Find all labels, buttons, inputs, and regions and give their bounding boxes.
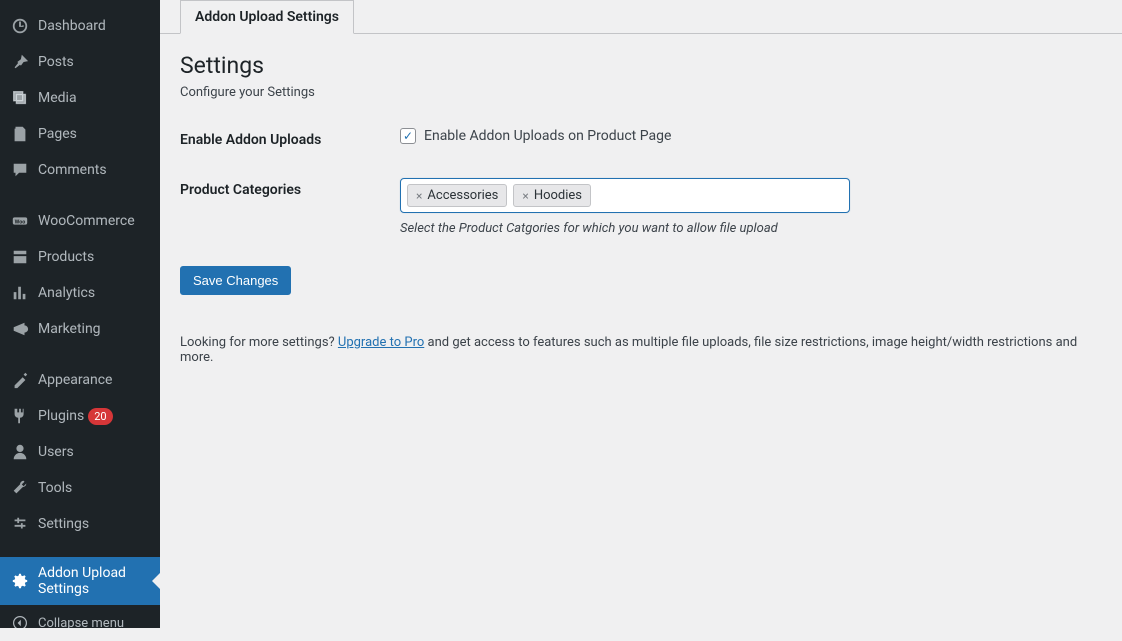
sidebar-item-label: Appearance bbox=[38, 372, 112, 388]
sidebar-link-appearance[interactable]: Appearance bbox=[0, 362, 160, 398]
sidebar-link-marketing[interactable]: Marketing bbox=[0, 311, 160, 347]
tab-bar: Addon Upload Settings bbox=[160, 0, 1122, 34]
page-subtitle: Configure your Settings bbox=[180, 85, 1102, 100]
sidebar-item-label: Dashboard bbox=[38, 18, 106, 34]
row-enable-uploads: Enable Addon Uploads ✓ Enable Addon Uplo… bbox=[180, 128, 1102, 148]
marketing-icon bbox=[10, 319, 30, 339]
sidebar-item-plugins[interactable]: Plugins20 bbox=[0, 398, 160, 434]
menu-separator bbox=[0, 547, 160, 552]
sidebar-link-woocommerce[interactable]: WooCommerce bbox=[0, 203, 160, 239]
analytics-icon bbox=[10, 283, 30, 303]
products-icon bbox=[10, 247, 30, 267]
users-icon bbox=[10, 442, 30, 462]
page-title: Settings bbox=[180, 52, 1102, 79]
sidebar-item-appearance[interactable]: Appearance bbox=[0, 362, 160, 398]
sidebar-item-tools[interactable]: Tools bbox=[0, 470, 160, 506]
row-product-categories: Product Categories ×Accessories×Hoodies … bbox=[180, 178, 1102, 236]
enable-uploads-label: Enable Addon Uploads bbox=[180, 128, 400, 148]
sidebar-link-pages[interactable]: Pages bbox=[0, 116, 160, 152]
collapse-icon bbox=[10, 613, 30, 633]
sidebar-item-label: Marketing bbox=[38, 321, 101, 337]
comment-icon bbox=[10, 160, 30, 180]
sidebar-item-posts[interactable]: Posts bbox=[0, 44, 160, 80]
menu-separator bbox=[0, 193, 160, 198]
sidebar-item-dashboard[interactable]: Dashboard bbox=[0, 8, 160, 44]
promo-prefix: Looking for more settings? bbox=[180, 335, 338, 350]
main-content: Addon Upload Settings Settings Configure… bbox=[160, 0, 1122, 628]
sidebar-link-analytics[interactable]: Analytics bbox=[0, 275, 160, 311]
sidebar-link-products[interactable]: Products bbox=[0, 239, 160, 275]
sidebar-item-label: Products bbox=[38, 249, 94, 265]
settings-icon bbox=[10, 514, 30, 534]
sidebar-item-marketing[interactable]: Marketing bbox=[0, 311, 160, 347]
sidebar-link-plugins[interactable]: Plugins20 bbox=[0, 398, 160, 434]
sidebar-item-label: Posts bbox=[38, 54, 74, 70]
category-tag-label: Accessories bbox=[427, 188, 498, 203]
category-tag[interactable]: × Hoodies bbox=[513, 184, 591, 207]
sidebar-item-label: Comments bbox=[38, 162, 107, 178]
sidebar-item-pages[interactable]: Pages bbox=[0, 116, 160, 152]
sidebar-link-tools[interactable]: Tools bbox=[0, 470, 160, 506]
sidebar-item-label: Users bbox=[38, 444, 74, 460]
sidebar-link-addon-upload-settings[interactable]: Addon Upload Settings bbox=[0, 557, 160, 605]
woo-icon bbox=[10, 211, 30, 231]
tools-icon bbox=[10, 478, 30, 498]
sidebar-item-users[interactable]: Users bbox=[0, 434, 160, 470]
sidebar-link-media[interactable]: Media bbox=[0, 80, 160, 116]
sidebar-item-woocommerce[interactable]: WooCommerce bbox=[0, 203, 160, 239]
pages-icon bbox=[10, 124, 30, 144]
category-tag[interactable]: × Accessories bbox=[407, 184, 507, 207]
media-icon bbox=[10, 88, 30, 108]
collapse-menu-button[interactable]: Collapse menu bbox=[0, 605, 160, 641]
sidebar-item-label: Pages bbox=[38, 126, 77, 142]
product-categories-label: Product Categories bbox=[180, 178, 400, 198]
remove-tag-icon[interactable]: × bbox=[522, 189, 528, 203]
pin-icon bbox=[10, 52, 30, 72]
product-categories-help: Select the Product Catgories for which y… bbox=[400, 221, 1102, 236]
gear-icon bbox=[10, 571, 30, 591]
category-tag-label: Hoodies bbox=[534, 188, 582, 203]
appearance-icon bbox=[10, 370, 30, 390]
dashboard-icon bbox=[10, 16, 30, 36]
enable-uploads-checkbox-label: Enable Addon Uploads on Product Page bbox=[424, 128, 671, 144]
enable-uploads-checkbox-wrap[interactable]: ✓ Enable Addon Uploads on Product Page bbox=[400, 128, 1102, 144]
sidebar-item-comments[interactable]: Comments bbox=[0, 152, 160, 188]
menu-separator bbox=[0, 352, 160, 357]
save-changes-button[interactable]: Save Changes bbox=[180, 266, 291, 295]
sidebar-link-settings[interactable]: Settings bbox=[0, 506, 160, 542]
sidebar-link-comments[interactable]: Comments bbox=[0, 152, 160, 188]
sidebar-item-label: Analytics bbox=[38, 285, 95, 301]
sidebar-item-label: WooCommerce bbox=[38, 213, 135, 229]
sidebar-item-products[interactable]: Products bbox=[0, 239, 160, 275]
check-icon: ✓ bbox=[403, 130, 413, 142]
sidebar-item-addon-upload-settings[interactable]: Addon Upload Settings bbox=[0, 557, 160, 605]
admin-sidebar: Dashboard Posts Media Pages Comments WooComme… bbox=[0, 0, 160, 628]
upgrade-link[interactable]: Upgrade to Pro bbox=[338, 335, 424, 350]
plugins-icon bbox=[10, 406, 30, 426]
remove-tag-icon[interactable]: × bbox=[416, 189, 422, 203]
sidebar-item-label: Tools bbox=[38, 480, 72, 496]
sidebar-item-label: Plugins bbox=[38, 408, 84, 424]
sidebar-item-settings[interactable]: Settings bbox=[0, 506, 160, 542]
sidebar-item-label: Addon Upload Settings bbox=[38, 565, 152, 597]
sidebar-item-analytics[interactable]: Analytics bbox=[0, 275, 160, 311]
product-categories-input[interactable]: × Accessories × Hoodies bbox=[400, 178, 850, 213]
sidebar-item-media[interactable]: Media bbox=[0, 80, 160, 116]
enable-uploads-checkbox[interactable]: ✓ bbox=[400, 128, 416, 144]
sidebar-item-label: Media bbox=[38, 90, 77, 106]
collapse-menu-label: Collapse menu bbox=[38, 616, 124, 631]
update-count-badge: 20 bbox=[88, 408, 112, 425]
sidebar-link-users[interactable]: Users bbox=[0, 434, 160, 470]
sidebar-item-label: Settings bbox=[38, 516, 89, 532]
upgrade-promo: Looking for more settings? Upgrade to Pr… bbox=[180, 335, 1102, 365]
sidebar-link-dashboard[interactable]: Dashboard bbox=[0, 8, 160, 44]
sidebar-link-posts[interactable]: Posts bbox=[0, 44, 160, 80]
tab-addon-upload-settings[interactable]: Addon Upload Settings bbox=[180, 0, 354, 34]
